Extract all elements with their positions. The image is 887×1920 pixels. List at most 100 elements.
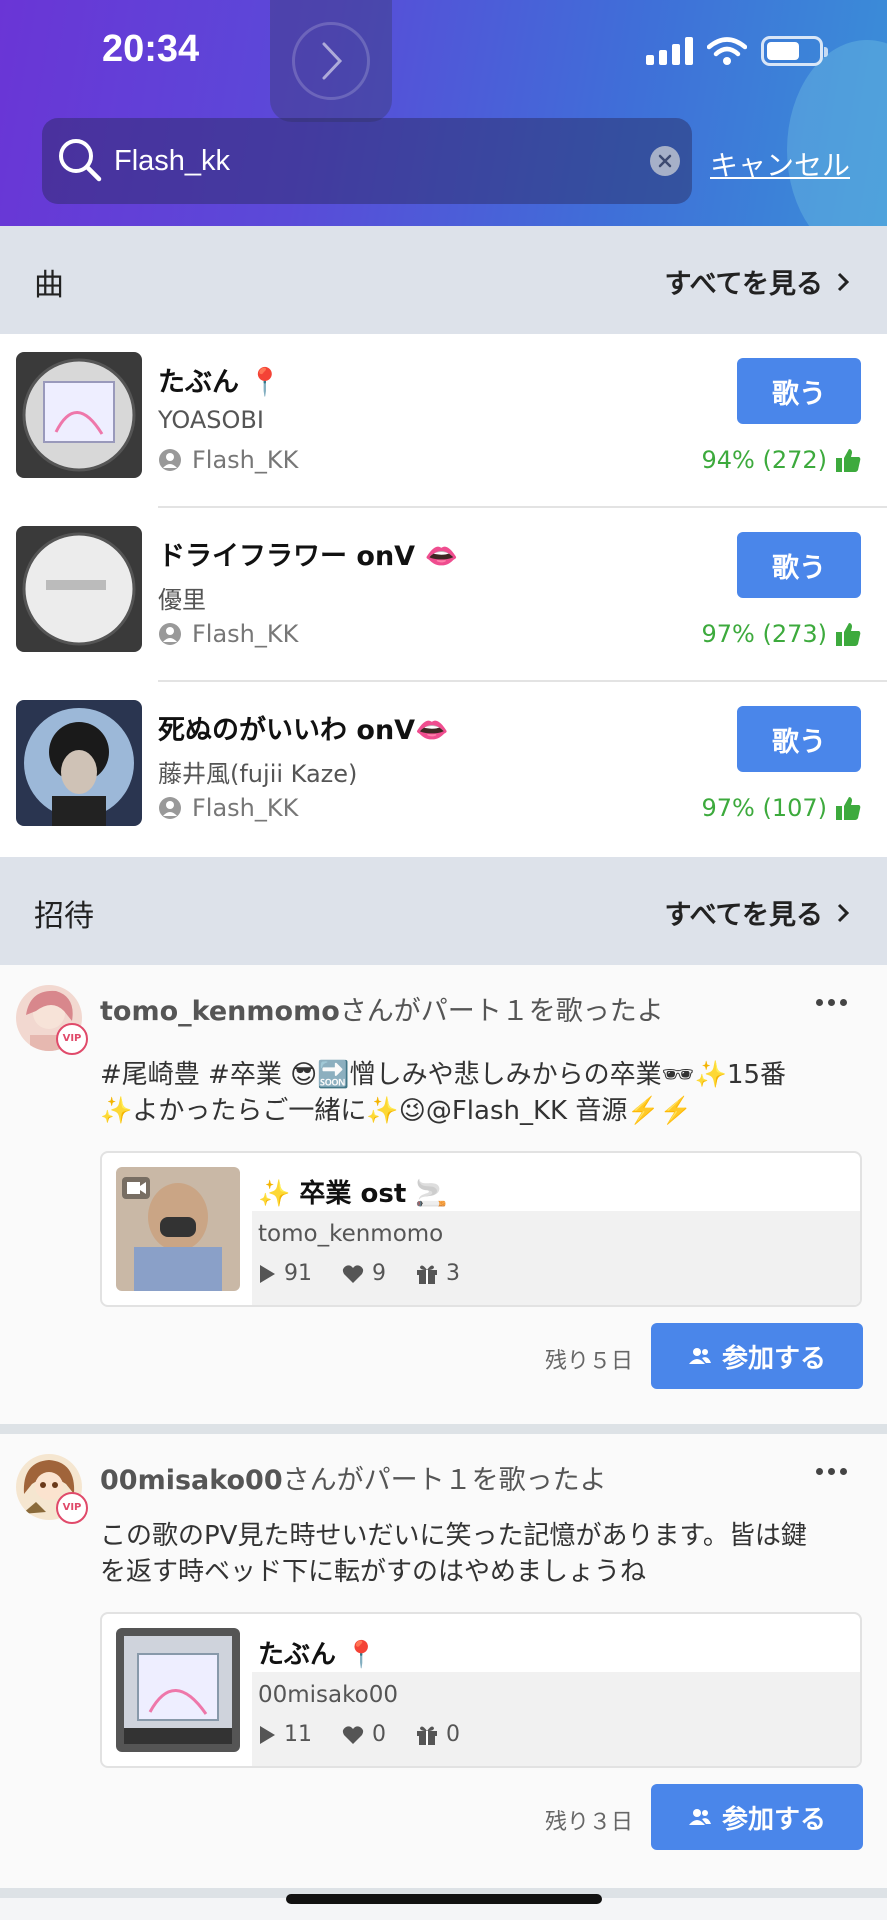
clear-search-button[interactable] xyxy=(650,146,680,176)
rating-text: 97% (273) xyxy=(701,620,827,648)
join-button[interactable]: 参加する xyxy=(651,1784,863,1850)
owner-name: Flash_KK xyxy=(192,620,299,648)
status-icons xyxy=(646,36,828,66)
thumbs-up-icon xyxy=(836,797,861,820)
header: 20:34 キャンセル xyxy=(0,0,887,226)
chevron-right-icon xyxy=(837,272,849,291)
like-count: 9 xyxy=(372,1261,386,1286)
chevron-right-icon xyxy=(322,42,343,80)
play-icon xyxy=(260,1725,275,1744)
forward-button[interactable] xyxy=(270,0,392,122)
post-username[interactable]: 00misako00 xyxy=(100,1465,283,1496)
heart-icon xyxy=(342,1264,364,1283)
vip-badge: VIP xyxy=(56,1492,88,1524)
join-button[interactable]: 参加する xyxy=(651,1323,863,1389)
users-icon xyxy=(688,1348,711,1364)
song-thumbnail xyxy=(16,700,142,826)
owner-name: Flash_KK xyxy=(192,794,299,822)
home-indicator[interactable] xyxy=(286,1894,602,1904)
gift-count: 0 xyxy=(446,1722,460,1747)
search-box[interactable] xyxy=(42,118,692,204)
chevron-right-icon xyxy=(837,903,849,922)
post-header: tomo_kenmomoさんがパート１を歌ったよ xyxy=(100,989,664,1028)
post-text: この歌のPV見た時せいだいに笑った記憶があります。皆は鍵 を返す時ベッド下に転が… xyxy=(100,1518,850,1590)
vip-badge: VIP xyxy=(56,1023,88,1055)
user-icon xyxy=(159,449,181,471)
song-owner: Flash_KK xyxy=(158,620,298,648)
post-text: #尾崎豊 #卒業 😎🔜憎しみや悲しみからの卒業🕶✨15番 ✨よかったらご一緒に✨… xyxy=(100,1057,850,1129)
wifi-icon xyxy=(707,37,747,65)
signal-icon xyxy=(646,37,693,65)
more-options-button[interactable] xyxy=(816,999,847,1006)
song-thumbnail xyxy=(16,526,142,652)
post-action: さんがパート１を歌ったよ xyxy=(282,1465,607,1496)
song-title: ドライフラワー onV 👄 xyxy=(158,541,459,572)
see-all-label: すべてを見る xyxy=(664,900,824,931)
songs-list: たぶん 📍 YOASOBI Flash_KK 歌う 94% (272) ドライフ… xyxy=(0,334,887,857)
invite-post: VIP 00misako00さんがパート１を歌ったよ この歌のPV見た時せいだい… xyxy=(0,1434,887,1894)
more-options-button[interactable] xyxy=(816,1468,847,1475)
gift-count: 3 xyxy=(446,1261,460,1286)
song-title: 死ぬのがいいわ onV👄 xyxy=(158,715,449,746)
gift-icon xyxy=(417,1265,437,1284)
song-rating: 94% (272) xyxy=(701,446,861,474)
song-thumbnail xyxy=(16,352,142,478)
song-artist: YOASOBI xyxy=(158,406,264,434)
battery-icon xyxy=(761,36,828,66)
song-row[interactable]: ドライフラワー onV 👄 優里 Flash_KK 歌う 97% (273) xyxy=(0,508,887,682)
song-artist: 優里 xyxy=(158,586,206,614)
sing-button[interactable]: 歌う xyxy=(737,358,861,424)
song-card[interactable]: たぶん 📍 00misako00 11 0 0 xyxy=(100,1612,862,1768)
join-label: 参加する xyxy=(721,1804,826,1835)
card-user: 00misako00 xyxy=(258,1682,398,1708)
post-text-line: ✨よかったらご一緒に✨😉@Flash_KK 音源⚡️⚡️ xyxy=(100,1096,693,1126)
play-count: 11 xyxy=(284,1722,312,1747)
post-text-line: を返す時ベッド下に転がすのはやめましょうね xyxy=(100,1557,647,1587)
card-stats: 11 0 0 xyxy=(258,1722,460,1747)
song-artist: 藤井風(fujii Kaze) xyxy=(158,760,358,788)
play-icon xyxy=(260,1264,275,1283)
song-row[interactable]: たぶん 📍 YOASOBI Flash_KK 歌う 94% (272) xyxy=(0,334,887,508)
user-icon xyxy=(159,797,181,819)
post-username[interactable]: tomo_kenmomo xyxy=(100,996,340,1027)
search-icon xyxy=(59,139,102,182)
cancel-link[interactable]: キャンセル xyxy=(710,144,850,184)
card-title: たぶん 📍 xyxy=(258,1640,378,1670)
gift-icon xyxy=(417,1726,437,1745)
songs-section-header: 曲 すべてを見る xyxy=(0,226,887,334)
song-owner: Flash_KK xyxy=(158,446,298,474)
song-rating: 97% (107) xyxy=(701,794,861,822)
sing-button[interactable]: 歌う xyxy=(737,532,861,598)
song-card[interactable]: ✨ 卒業 ost 🚬 tomo_kenmomo 91 9 3 xyxy=(100,1151,862,1307)
card-stats: 91 9 3 xyxy=(258,1261,460,1286)
post-header: 00misako00さんがパート１を歌ったよ xyxy=(100,1458,607,1497)
sing-button[interactable]: 歌う xyxy=(737,706,861,772)
songs-section-title: 曲 xyxy=(34,268,64,303)
owner-name: Flash_KK xyxy=(192,446,299,474)
rating-text: 94% (272) xyxy=(701,446,827,474)
card-thumbnail xyxy=(116,1628,240,1752)
users-icon xyxy=(688,1809,711,1825)
card-thumbnail xyxy=(116,1167,240,1291)
song-rating: 97% (273) xyxy=(701,620,861,648)
invites-see-all-link[interactable]: すべてを見る xyxy=(664,893,849,932)
search-input[interactable] xyxy=(114,136,614,186)
close-icon xyxy=(658,154,672,168)
remaining-time: 残り５日 xyxy=(545,1349,634,1374)
post-text-line: この歌のPV見た時せいだいに笑った記憶があります。皆は鍵 xyxy=(100,1521,807,1551)
song-row[interactable]: 死ぬのがいいわ onV👄 藤井風(fujii Kaze) Flash_KK 歌う… xyxy=(0,682,887,856)
invite-post: VIP tomo_kenmomoさんがパート１を歌ったよ #尾崎豊 #卒業 😎🔜… xyxy=(0,965,887,1424)
join-label: 参加する xyxy=(721,1343,826,1374)
invites-section-title: 招待 xyxy=(34,899,94,934)
card-user: tomo_kenmomo xyxy=(258,1221,444,1247)
songs-see-all-link[interactable]: すべてを見る xyxy=(664,262,849,301)
thumbs-up-icon xyxy=(836,449,861,472)
play-count: 91 xyxy=(284,1261,312,1286)
like-count: 0 xyxy=(372,1722,386,1747)
song-title: たぶん 📍 xyxy=(158,367,283,398)
see-all-label: すべてを見る xyxy=(664,269,824,300)
song-owner: Flash_KK xyxy=(158,794,298,822)
status-time: 20:34 xyxy=(102,28,200,70)
heart-icon xyxy=(342,1725,364,1744)
invites-section-header: 招待 すべてを見る xyxy=(0,857,887,965)
